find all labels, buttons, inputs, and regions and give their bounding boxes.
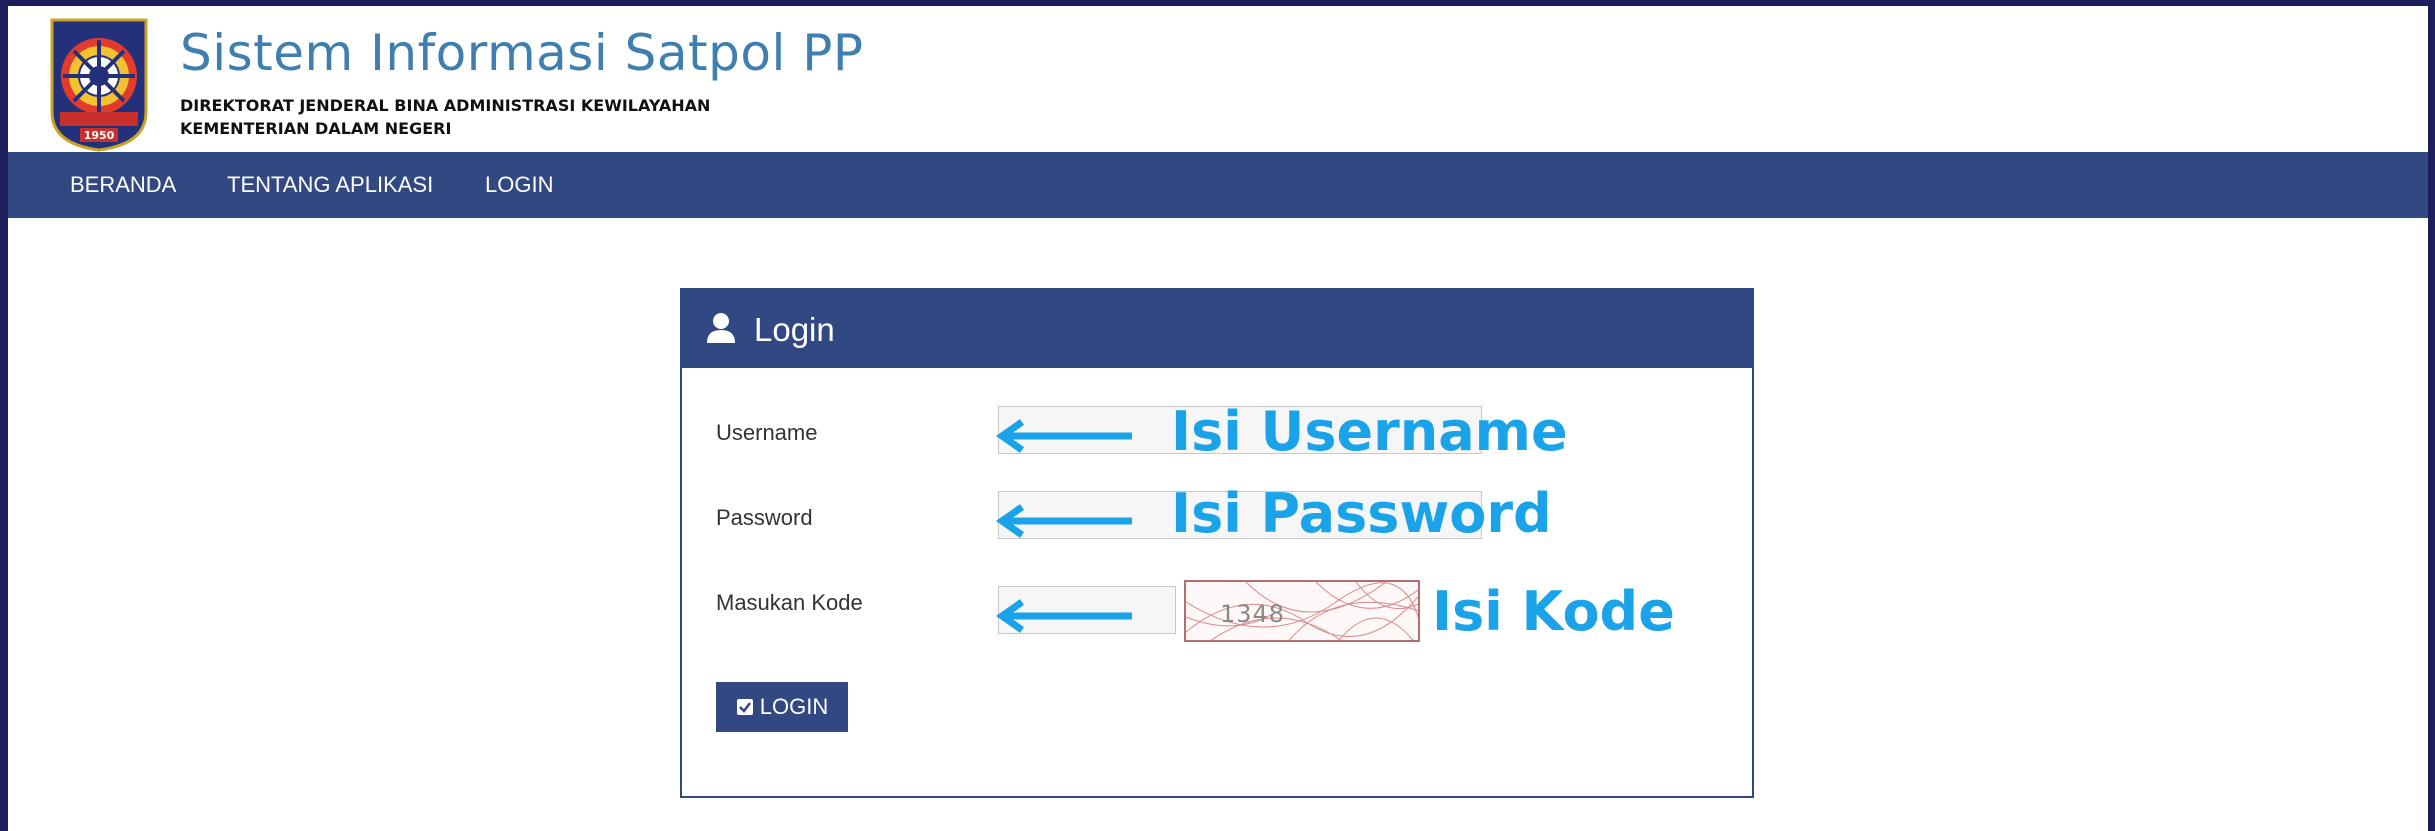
nav-item-login[interactable]: LOGIN xyxy=(485,152,553,218)
annotation-kode: Isi Kode xyxy=(1432,580,1675,643)
arrow-left-icon xyxy=(995,599,1132,633)
check-square-icon xyxy=(736,699,753,715)
kode-label: Masukan Kode xyxy=(716,590,863,615)
org-name-directorate: DIREKTORAT JENDERAL BINA ADMINISTRASI KE… xyxy=(180,96,711,115)
login-button-label: LOGIN xyxy=(759,694,829,719)
captcha-image: 1348 xyxy=(1184,580,1420,642)
password-label: Password xyxy=(716,505,813,530)
arrow-left-icon xyxy=(995,419,1132,453)
site-header: 1950 Sistem Informasi Satpol PP DIREKTOR… xyxy=(8,6,2428,152)
login-button[interactable]: LOGIN xyxy=(716,682,848,732)
nav-item-beranda[interactable]: BERANDA xyxy=(70,152,176,218)
page: 1950 Sistem Informasi Satpol PP DIREKTOR… xyxy=(8,6,2428,831)
app-title: Sistem Informasi Satpol PP xyxy=(180,24,864,82)
arrow-left-icon xyxy=(995,504,1132,538)
login-panel-title: Login xyxy=(754,311,835,348)
login-panel-heading: Login xyxy=(682,290,1752,368)
logo-year: 1950 xyxy=(84,129,115,142)
captcha-code-text: 1348 xyxy=(1220,600,1286,628)
org-name-ministry: KEMENTERIAN DALAM NEGERI xyxy=(180,119,452,138)
username-label: Username xyxy=(716,420,818,445)
nav-item-tentang-aplikasi[interactable]: TENTANG APLIKASI xyxy=(227,152,433,218)
annotation-password: Isi Password xyxy=(1171,482,1552,545)
annotation-username: Isi Username xyxy=(1171,400,1568,463)
satpol-pp-emblem-logo: 1950 xyxy=(50,18,148,152)
user-icon xyxy=(707,313,735,343)
main-nav: BERANDA TENTANG APLIKASI LOGIN xyxy=(8,152,2428,218)
